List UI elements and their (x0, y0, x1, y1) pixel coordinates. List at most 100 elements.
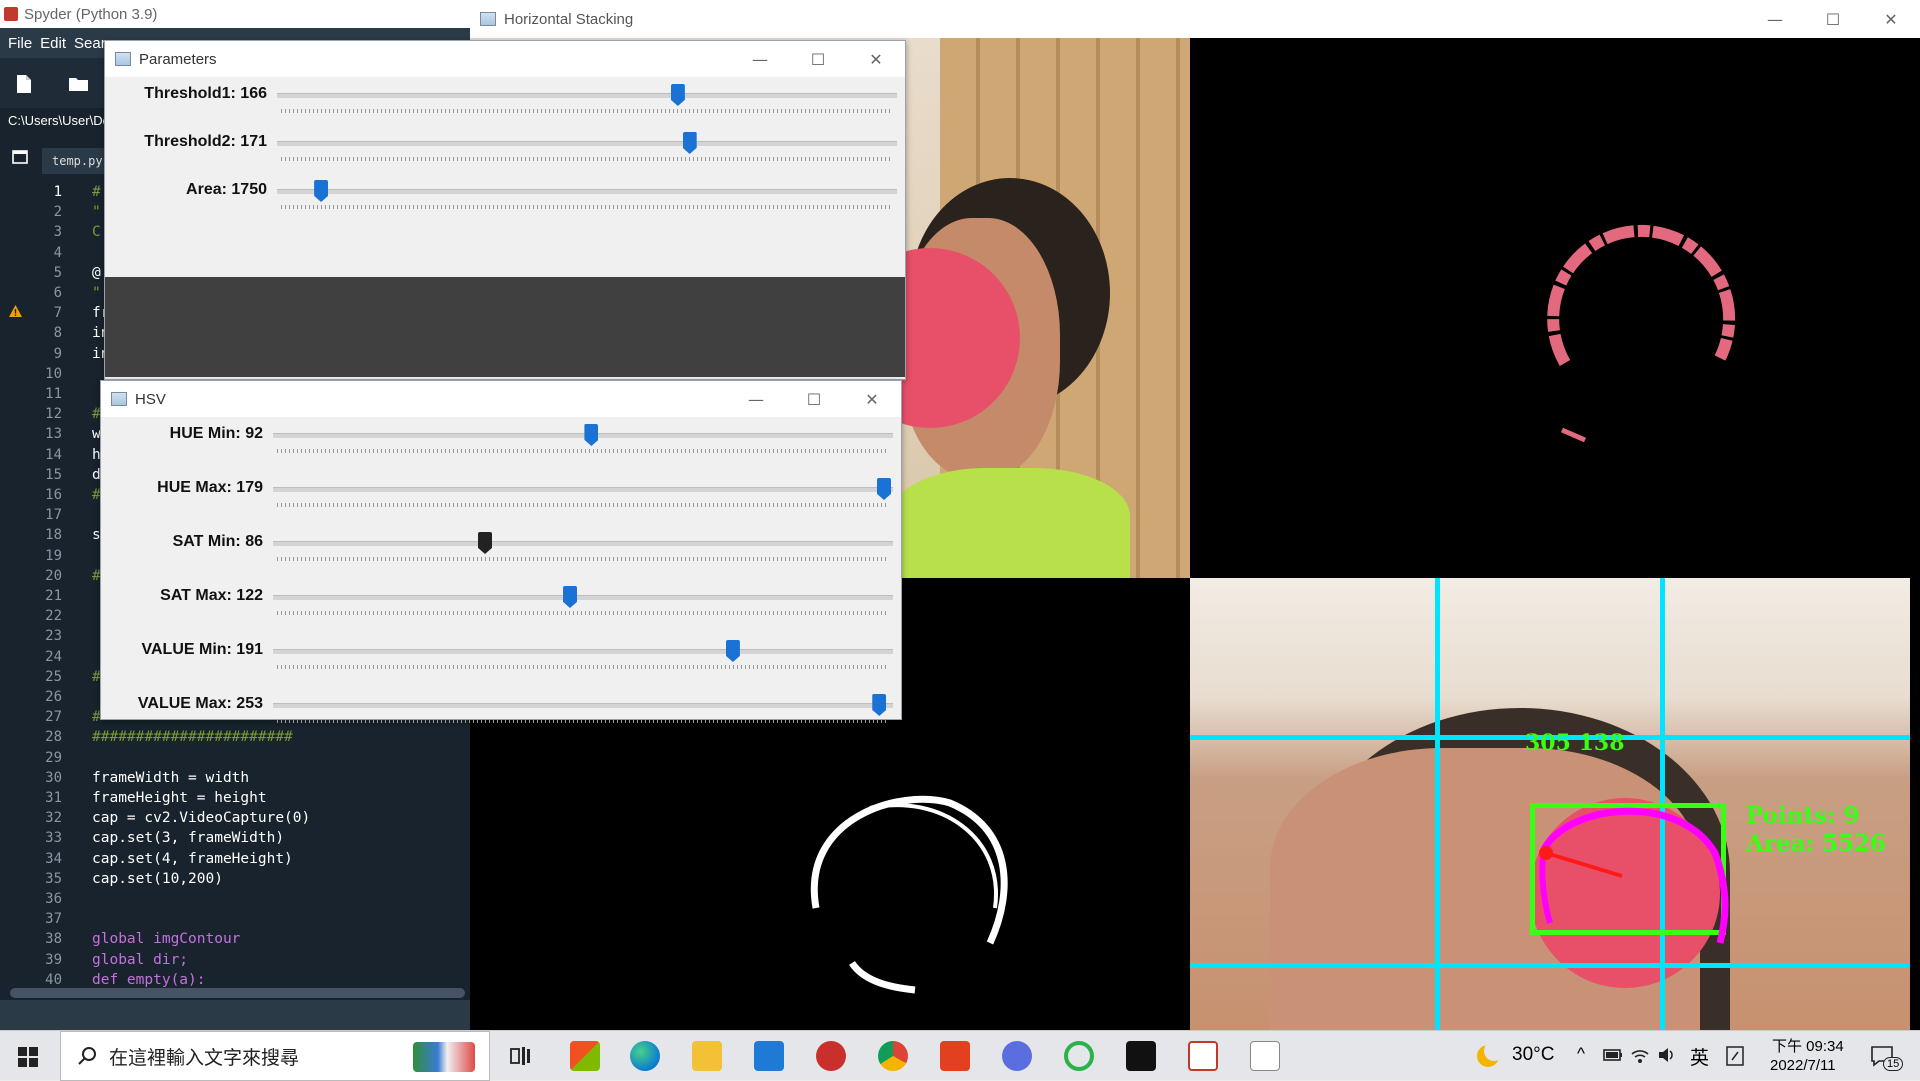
search-icon (78, 1047, 96, 1065)
notepad-icon[interactable] (1250, 1041, 1280, 1071)
trackbar-track[interactable] (273, 433, 893, 438)
trackbar-thumb[interactable] (725, 640, 740, 662)
code-line: def empty(a): (92, 971, 206, 988)
menu-file[interactable]: File (8, 35, 32, 52)
code-line: global imgContour (92, 931, 241, 948)
hsv-maximize-button[interactable]: ☐ (785, 381, 843, 417)
stacking-minimize-button[interactable]: — (1746, 0, 1804, 38)
start-windows-icon[interactable] (18, 1047, 38, 1067)
spyder-statusbar (0, 1000, 470, 1030)
line-number: 27 (45, 709, 62, 726)
code-line: frameHeight = height (92, 790, 267, 806)
office-icon[interactable] (940, 1041, 970, 1071)
trackbar-thumb[interactable] (478, 532, 493, 554)
code-line: ####################### (92, 729, 293, 746)
stacking-titlebar: Horizontal Stacking — ☐ ✕ (470, 0, 1920, 38)
opencv-window-icon (111, 392, 127, 406)
menu-edit[interactable]: Edit (40, 35, 66, 52)
line-number: 16 (45, 487, 62, 503)
trackbar-label: VALUE Max: 253 (137, 695, 263, 712)
notification-count-badge: 15 (1883, 1057, 1904, 1071)
taskbar-search-box[interactable]: 在這裡輸入文字來搜尋 (60, 1031, 490, 1081)
hsv-close-button[interactable]: ✕ (843, 381, 901, 417)
trackbar-thumb[interactable] (682, 132, 697, 154)
volume-icon[interactable] (1657, 1046, 1677, 1064)
input-method-indicator[interactable]: 英 (1690, 1043, 1709, 1070)
line-number: 29 (45, 749, 62, 766)
parameters-minimize-button[interactable]: — (731, 41, 789, 77)
clock-date[interactable]: 2022/7/11 (1770, 1057, 1836, 1074)
trackbar-thumb[interactable] (877, 478, 891, 500)
search-highlight-icon[interactable] (413, 1042, 475, 1072)
open-folder-icon[interactable] (68, 76, 90, 92)
code-line: cap.set(10,200) (92, 870, 223, 887)
trackbar-track[interactable] (273, 541, 893, 546)
hsv-trackbars: HUE Min: 92 HUE Max: 179 SAT Min: 86 SAT Ma… (101, 417, 901, 723)
weather-temperature[interactable]: 30°C (1512, 1044, 1554, 1066)
contour-result-image: 305 138 Points: 9 Area: 5526 (1190, 578, 1910, 1030)
trackbar-label: Threshold1: 166 (144, 85, 267, 102)
new-file-icon[interactable] (16, 74, 32, 94)
spyder-taskbar-icon[interactable] (1188, 1041, 1218, 1071)
clock-time[interactable]: 下午 09:34 (1772, 1035, 1844, 1056)
parameters-title: Parameters (139, 50, 217, 68)
task-view-icon[interactable] (510, 1046, 532, 1066)
app-red-icon[interactable] (816, 1041, 846, 1071)
spyder-logo-icon (4, 7, 18, 21)
contour-top-label: 305 138 (1525, 730, 1625, 756)
line-number: 40 (45, 971, 62, 988)
edge-browser-icon[interactable] (630, 1041, 660, 1071)
wifi-icon[interactable] (1630, 1046, 1650, 1064)
file-explorer-icon[interactable] (692, 1041, 722, 1071)
ime-mode-icon[interactable] (1726, 1046, 1744, 1066)
line-number: 20 (45, 567, 62, 584)
trackbar-thumb[interactable] (314, 180, 329, 202)
line-number: 6 (53, 285, 62, 301)
line-number: 26 (45, 689, 62, 705)
line-number: 32 (45, 810, 62, 827)
battery-icon[interactable] (1603, 1048, 1623, 1062)
editor-horizontal-scrollbar[interactable] (10, 988, 465, 998)
opencv-window-icon (480, 12, 496, 26)
trackbar-thumb[interactable] (872, 694, 887, 716)
hsv-titlebar: HSV — ☐ ✕ (101, 381, 901, 417)
trackbar-ticks (281, 157, 893, 161)
parameters-close-button[interactable]: ✕ (847, 41, 905, 77)
trackbar-thumb[interactable] (563, 586, 578, 608)
stacking-maximize-button[interactable]: ☐ (1804, 0, 1862, 38)
trackbar-ticks (277, 503, 889, 507)
warning-icon[interactable] (8, 304, 23, 318)
mail-icon[interactable] (754, 1041, 784, 1071)
line-number: 28 (45, 729, 62, 746)
menu-search[interactable]: Sear (74, 35, 106, 52)
hsv-minimize-button[interactable]: — (727, 381, 785, 417)
trackbar-track[interactable] (277, 189, 897, 194)
trackbar-track[interactable] (273, 487, 893, 492)
trackbar-track[interactable] (277, 141, 897, 146)
trackbar-thumb[interactable] (584, 424, 599, 446)
file-tab-temp-py[interactable]: temp.py (42, 148, 113, 174)
weather-moon-icon[interactable] (1475, 1043, 1501, 1069)
trackbar-track[interactable] (277, 93, 897, 98)
line-number: 17 (45, 507, 62, 524)
trackbar-track[interactable] (273, 649, 893, 654)
loading-app-icon[interactable] (1064, 1041, 1094, 1071)
browse-tabs-icon[interactable] (12, 150, 28, 164)
terminal-icon[interactable] (1126, 1041, 1156, 1071)
parameters-maximize-button[interactable]: ☐ (789, 41, 847, 77)
hsv-window: HSV — ☐ ✕ HUE Min: 92 HUE Max: 179 SAT Min… (100, 380, 902, 723)
microsoft-store-icon[interactable] (570, 1041, 600, 1071)
line-number: 3 (53, 224, 62, 241)
chrome-icon[interactable] (878, 1041, 908, 1071)
trackbar-track[interactable] (273, 595, 893, 600)
opencv-window-icon (115, 52, 131, 66)
chat-app-icon[interactable] (1002, 1041, 1032, 1071)
line-number: 34 (45, 850, 62, 867)
code-line: cap.set(3, frameWidth) (92, 830, 285, 847)
show-hidden-icons-chevron-icon[interactable]: ^ (1577, 1044, 1585, 1064)
line-number: 1 (53, 184, 62, 200)
line-number: 18 (45, 527, 62, 544)
stacking-close-button[interactable]: ✕ (1862, 0, 1920, 38)
trackbar-track[interactable] (273, 703, 893, 708)
trackbar-thumb[interactable] (670, 84, 685, 106)
